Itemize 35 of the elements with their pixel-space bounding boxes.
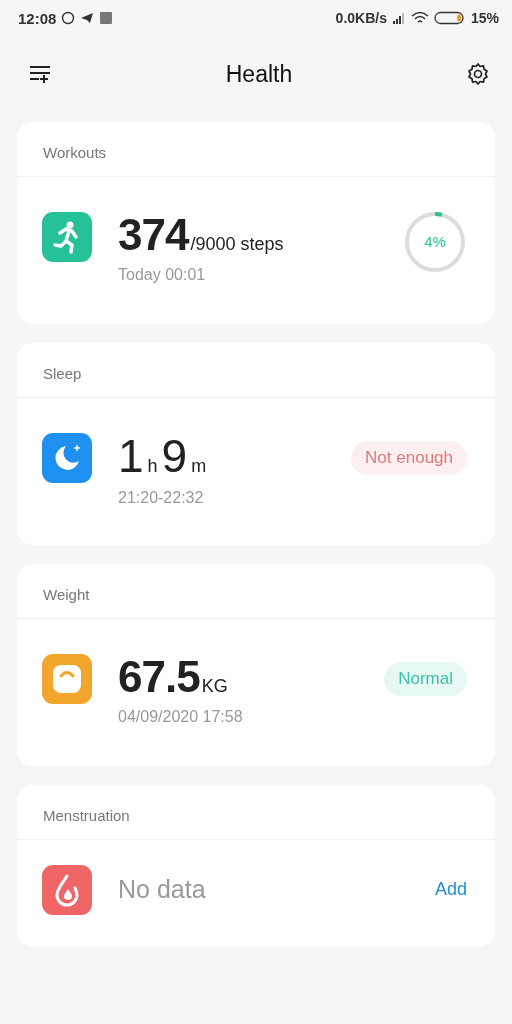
reading-time: 04/09/2020 17:58 [118, 707, 243, 726]
card-background[interactable]: Sleep 1 h 9 m 21:20-22:32 Not enough [17, 343, 495, 545]
reading-value: 374 [118, 209, 189, 260]
reading-unit: h [147, 455, 158, 477]
paper-plane-icon [80, 11, 95, 25]
reading-unit: m [191, 455, 207, 477]
reading-value: 9 [161, 428, 188, 483]
reading-time: 21:20-22:32 [118, 488, 205, 507]
reading-time: Today 00:01 [118, 265, 207, 284]
add-link[interactable]: Add [434, 879, 467, 900]
card-background[interactable]: Weight 67.5KG 04/09/2020 17:58 Normal [17, 564, 495, 766]
wifi-icon [410, 11, 429, 25]
status-badge: Not enough [351, 440, 467, 475]
reading-value: 67.5 [118, 651, 200, 702]
reading-unit: /9000 steps [190, 233, 284, 255]
battery-icon [433, 11, 466, 25]
add-list-icon[interactable] [28, 64, 52, 84]
status-badge: Normal [384, 661, 467, 696]
battery-percent: 15% [470, 10, 499, 26]
page-title: Health [225, 60, 293, 88]
reading-value: 1 [118, 428, 144, 483]
status-time: 12:08 [18, 9, 57, 27]
empty-text: No data [118, 875, 206, 904]
card-title: Weight [42, 585, 91, 605]
card-title: Workouts [42, 143, 108, 163]
progress-percent: 4% [423, 232, 447, 250]
card-background[interactable]: Workouts 374/9000 steps Today 00:01 4% [17, 122, 495, 324]
network-speed: 0.0KB/s [335, 10, 387, 26]
card-title: Sleep [42, 364, 83, 384]
progress-ring [403, 209, 467, 274]
card-title: Menstruation [42, 806, 131, 826]
card-background[interactable]: Menstruation No data Add [17, 785, 495, 947]
reading-unit: KG [201, 675, 228, 697]
settings-icon[interactable] [466, 62, 490, 86]
signal-icon [391, 12, 406, 24]
